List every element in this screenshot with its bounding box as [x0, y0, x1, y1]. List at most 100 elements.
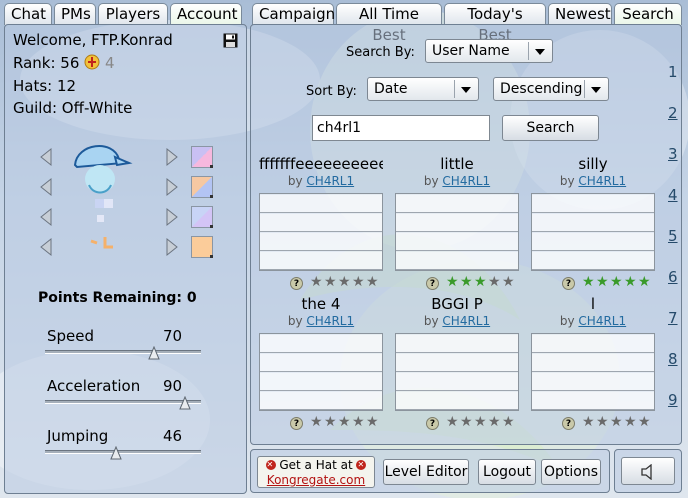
level-author-link[interactable]: CH4RL1: [578, 314, 626, 328]
level-card[interactable]: little by CH4RL1? ★ ★ ★ ★ ★: [395, 155, 519, 295]
level-thumbnail[interactable]: [395, 193, 519, 271]
level-card[interactable]: l by CH4RL1? ★ ★ ★ ★ ★: [531, 295, 655, 435]
next-feet-arrow[interactable]: [165, 237, 179, 257]
star-icon[interactable]: ★: [624, 274, 638, 290]
star-icon[interactable]: ★: [446, 274, 460, 290]
search-by-dropdown[interactable]: User Name: [425, 39, 553, 63]
rating-help-icon[interactable]: ?: [426, 417, 439, 430]
level-thumbnail[interactable]: [531, 193, 655, 271]
star-icon[interactable]: ★: [338, 414, 352, 430]
kongregate-link[interactable]: Kongregate.com: [267, 473, 365, 487]
prev-body-arrow[interactable]: [39, 207, 53, 227]
star-icon[interactable]: ★: [460, 414, 474, 430]
chevron-down-icon[interactable]: [528, 42, 550, 60]
level-author-link[interactable]: CH4RL1: [306, 314, 354, 328]
acceleration-slider-thumb[interactable]: [178, 396, 192, 410]
rating-help-icon[interactable]: ?: [290, 417, 303, 430]
sort-by-dropdown[interactable]: Date: [367, 77, 479, 101]
star-icon[interactable]: ★: [446, 414, 460, 430]
star-icon[interactable]: ★: [366, 414, 380, 430]
star-rating[interactable]: ★ ★ ★ ★ ★: [446, 274, 516, 290]
prev-feet-arrow[interactable]: [39, 237, 53, 257]
speed-slider-thumb[interactable]: [147, 346, 161, 360]
jumping-slider-thumb[interactable]: [109, 446, 123, 460]
star-icon[interactable]: ★: [488, 274, 502, 290]
rating-help-icon[interactable]: ?: [562, 417, 575, 430]
level-card[interactable]: BGGI Pby CH4RL1? ★ ★ ★ ★ ★: [395, 295, 519, 435]
level-author-link[interactable]: CH4RL1: [306, 174, 354, 188]
rank-up-icon[interactable]: [84, 54, 100, 70]
page-number-link[interactable]: 2: [668, 104, 678, 122]
chevron-down-icon[interactable]: [454, 80, 476, 98]
tab-newest[interactable]: Newest: [548, 3, 612, 25]
prev-hat-arrow[interactable]: [39, 147, 53, 167]
page-number-link[interactable]: 9: [668, 391, 678, 409]
star-icon[interactable]: ★: [310, 274, 324, 290]
star-icon[interactable]: ★: [610, 274, 624, 290]
tab-players[interactable]: Players: [98, 3, 168, 25]
tab-account[interactable]: Account: [170, 3, 242, 25]
star-icon[interactable]: ★: [638, 274, 652, 290]
page-number-link[interactable]: 6: [668, 268, 678, 286]
feet-color-swatch[interactable]: [191, 236, 213, 258]
star-icon[interactable]: ★: [582, 274, 596, 290]
star-icon[interactable]: ★: [352, 414, 366, 430]
hat-color-swatch[interactable]: [191, 146, 213, 168]
star-icon[interactable]: ★: [582, 414, 596, 430]
page-number-link[interactable]: 4: [668, 186, 678, 204]
star-icon[interactable]: ★: [310, 414, 324, 430]
speed-slider[interactable]: [45, 350, 201, 354]
page-number-link[interactable]: 8: [668, 350, 678, 368]
prev-head-arrow[interactable]: [39, 177, 53, 197]
star-icon[interactable]: ★: [460, 274, 474, 290]
search-input[interactable]: ch4rl1: [312, 115, 490, 141]
tab-todays-best[interactable]: Today's Best: [444, 3, 546, 44]
level-card[interactable]: silly by CH4RL1? ★ ★ ★ ★ ★: [531, 155, 655, 295]
star-icon[interactable]: ★: [502, 274, 516, 290]
sort-order-dropdown[interactable]: Descending: [493, 77, 609, 101]
star-icon[interactable]: ★: [596, 414, 610, 430]
sound-toggle-button[interactable]: [621, 457, 675, 485]
get-hat-button[interactable]: Get a Hat at Kongregate.com: [257, 456, 375, 488]
tab-search[interactable]: Search: [614, 3, 682, 25]
options-button[interactable]: Options: [541, 459, 601, 485]
level-card[interactable]: the 4 by CH4RL1? ★ ★ ★ ★ ★: [259, 295, 383, 435]
star-icon[interactable]: ★: [488, 414, 502, 430]
floppy-disk-icon[interactable]: [223, 33, 238, 48]
next-hat-arrow[interactable]: [165, 147, 179, 167]
page-number-link[interactable]: 1: [668, 63, 678, 81]
star-rating[interactable]: ★ ★ ★ ★ ★: [582, 414, 652, 430]
star-icon[interactable]: ★: [474, 274, 488, 290]
chevron-down-icon[interactable]: [584, 80, 606, 98]
level-thumbnail[interactable]: [259, 333, 383, 411]
star-icon[interactable]: ★: [502, 414, 516, 430]
level-editor-button[interactable]: Level Editor: [383, 459, 469, 485]
page-number-link[interactable]: 5: [668, 227, 678, 245]
star-rating[interactable]: ★ ★ ★ ★ ★: [310, 274, 380, 290]
tab-chat[interactable]: Chat: [4, 3, 52, 25]
rating-help-icon[interactable]: ?: [426, 277, 439, 290]
star-icon[interactable]: ★: [352, 274, 366, 290]
page-number-link[interactable]: 3: [668, 145, 678, 163]
level-thumbnail[interactable]: [395, 333, 519, 411]
level-thumbnail[interactable]: [259, 193, 383, 271]
level-author-link[interactable]: CH4RL1: [578, 174, 626, 188]
jumping-slider[interactable]: [45, 450, 201, 454]
tab-all-time-best[interactable]: All Time Best: [336, 3, 442, 44]
head-color-swatch[interactable]: [191, 176, 213, 198]
star-icon[interactable]: ★: [638, 414, 652, 430]
logout-button[interactable]: Logout: [478, 459, 536, 485]
star-rating[interactable]: ★ ★ ★ ★ ★: [310, 414, 380, 430]
star-icon[interactable]: ★: [324, 414, 338, 430]
search-button[interactable]: Search: [502, 115, 599, 141]
tab-campaign[interactable]: Campaign: [252, 3, 335, 25]
star-icon[interactable]: ★: [324, 274, 338, 290]
level-thumbnail[interactable]: [531, 333, 655, 411]
level-author-link[interactable]: CH4RL1: [442, 174, 490, 188]
next-body-arrow[interactable]: [165, 207, 179, 227]
rating-help-icon[interactable]: ?: [562, 277, 575, 290]
tab-pms[interactable]: PMs: [54, 3, 96, 25]
star-rating[interactable]: ★ ★ ★ ★ ★: [582, 274, 652, 290]
star-icon[interactable]: ★: [366, 274, 380, 290]
star-icon[interactable]: ★: [596, 274, 610, 290]
